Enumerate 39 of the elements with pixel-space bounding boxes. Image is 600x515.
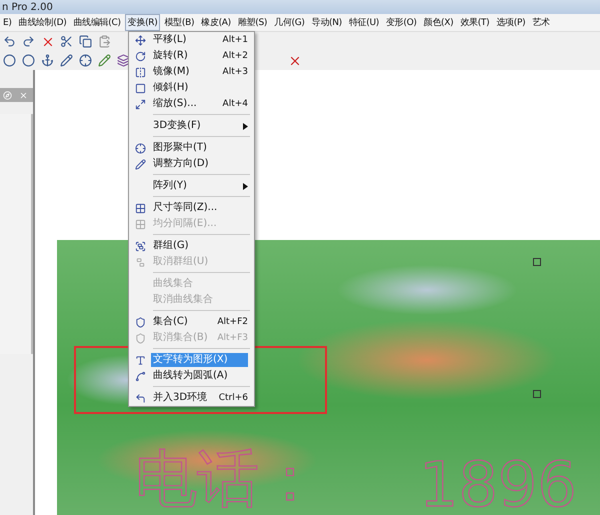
menu-bar-item[interactable]: 曲线绘制(D) xyxy=(16,14,70,31)
outlined-text: 1896 xyxy=(419,448,577,515)
menu-bar-item[interactable]: 颜色(X) xyxy=(420,14,456,31)
menu-bar-item[interactable]: 特征(U) xyxy=(346,14,382,31)
outlined-text: 电话： xyxy=(135,441,321,515)
shortcut-text: Alt+F2 xyxy=(216,317,248,327)
menu-item[interactable]: 尺寸等同(Z)... xyxy=(151,201,248,215)
shortcut-text: Alt+4 xyxy=(222,99,248,109)
menu-bar-item[interactable]: 导动(N) xyxy=(308,14,345,31)
menu-bar-item[interactable]: 橡皮(A) xyxy=(198,14,234,31)
menu-bar-item[interactable]: 艺术 xyxy=(529,14,553,31)
menu-item[interactable]: 群组(G) xyxy=(151,239,248,253)
menu-item[interactable]: 缩放(S)... xyxy=(151,97,217,111)
menu-item[interactable]: 调整方向(D) xyxy=(151,157,248,171)
menu-item[interactable]: 3D变换(F) xyxy=(151,119,243,133)
menu-bar-item[interactable]: 变形(O) xyxy=(383,14,420,31)
menu-bar-item[interactable]: 雕塑(S) xyxy=(234,14,270,31)
menu-bar-item[interactable]: 变换(R) xyxy=(124,14,160,31)
menu-bar-item[interactable]: 曲线编辑(C) xyxy=(70,14,124,31)
shortcut-text: Alt+1 xyxy=(222,35,248,45)
shortcut-text: Alt+F3 xyxy=(216,333,248,343)
menu-item[interactable]: 旋转(R) xyxy=(151,49,217,63)
menu-bar-item[interactable]: E) xyxy=(0,16,15,30)
menu-bar-item[interactable]: 效果(T) xyxy=(457,14,492,31)
menu-item[interactable]: 曲线转为圆弧(A) xyxy=(151,369,248,383)
menu-bar-item[interactable]: 模型(B) xyxy=(161,14,198,31)
menu-item[interactable]: 平移(L) xyxy=(151,33,217,47)
menu-item[interactable]: 阵列(Y) xyxy=(151,179,243,193)
shortcut-text: Alt+3 xyxy=(222,67,248,77)
window-title: n Pro 2.00 xyxy=(2,2,53,12)
menu-item[interactable]: 图形聚中(T) xyxy=(151,141,248,155)
shortcut-text: Alt+2 xyxy=(222,51,248,61)
menu-item[interactable]: 并入3D环境 xyxy=(151,391,213,405)
shortcut-text: Ctrl+6 xyxy=(218,393,248,403)
menu-item[interactable]: 集合(C) xyxy=(151,315,212,329)
menu-item[interactable]: 倾斜(H) xyxy=(151,81,248,95)
menu-bar-item[interactable]: 选项(P) xyxy=(493,14,528,31)
menu-bar-item[interactable]: 几何(G) xyxy=(271,14,308,31)
menu-item[interactable]: 镜像(M) xyxy=(151,65,217,79)
